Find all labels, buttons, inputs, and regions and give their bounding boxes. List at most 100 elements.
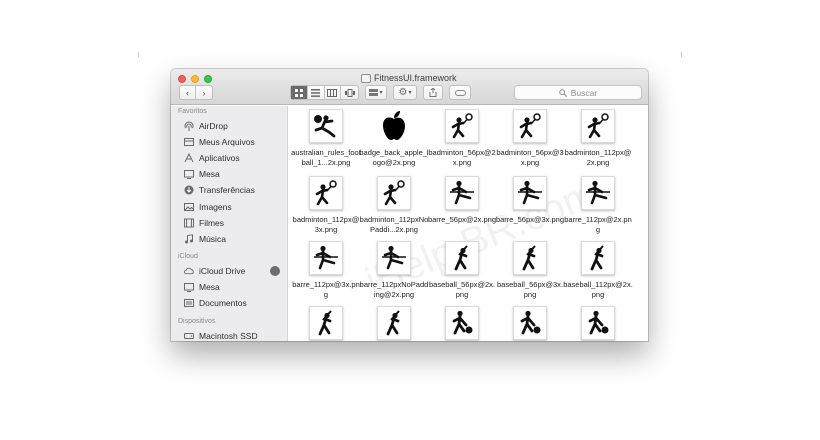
- barre-icon: [312, 244, 340, 272]
- desktop-icon: [184, 169, 194, 180]
- tags-button[interactable]: [449, 85, 471, 100]
- file-item[interactable]: [495, 306, 565, 340]
- file-name: barre_56px@3x.png: [495, 215, 565, 224]
- sidebar-item-label: Meus Arquivos: [199, 136, 255, 147]
- file-thumbnail: [309, 241, 343, 275]
- all-files-icon: [184, 137, 194, 147]
- sidebar-item-meus-arquivos[interactable]: Meus Arquivos: [184, 135, 255, 148]
- sidebar-item-imagens[interactable]: Imagens: [184, 200, 232, 213]
- baseball-icon: [312, 309, 340, 337]
- sidebar-item-label: Imagens: [199, 201, 232, 212]
- list-view-icon: [311, 88, 321, 97]
- file-item[interactable]: australian_rules_football_1...2x.png: [291, 109, 361, 168]
- basketball-icon: [516, 309, 544, 337]
- file-item[interactable]: barre_56px@3x.png: [495, 176, 565, 225]
- gear-icon: ⚙: [398, 87, 408, 98]
- file-item[interactable]: barre_112px@2x.png: [563, 176, 633, 235]
- chevron-down-icon: ▾: [408, 90, 412, 96]
- page: FitnessUI.framework ‹ › ▾ ⚙ ▾ Buscar Fav…: [0, 0, 820, 440]
- file-item[interactable]: badminton_112px@3x.png: [291, 176, 361, 235]
- file-thumbnail: [309, 306, 343, 340]
- column-view-icon: [327, 88, 338, 97]
- forward-button[interactable]: ›: [196, 86, 212, 99]
- file-item[interactable]: barre_56px@2x.png: [427, 176, 497, 225]
- file-item[interactable]: badge_back_apple_logo@2x.png: [359, 109, 429, 168]
- file-name: badminton_112pxNoPaddi...2x.png: [359, 215, 429, 234]
- share-button[interactable]: [423, 85, 443, 100]
- file-item[interactable]: badminton_112px@2x.png: [563, 109, 633, 168]
- baseball-icon: [380, 309, 408, 337]
- file-item[interactable]: barre_112px@3x.png: [291, 241, 361, 300]
- file-thumbnail: [581, 241, 615, 275]
- arrange-button[interactable]: ▾: [365, 85, 387, 100]
- sidebar-item-label: Transferências: [199, 185, 255, 196]
- airdrop-icon: [184, 121, 194, 131]
- sidebar-item-aplicativos[interactable]: Aplicativos: [184, 151, 240, 164]
- sidebar-item-icloud-drive[interactable]: iCloud Drive: [184, 264, 245, 277]
- file-name: badminton_112px@2x.png: [564, 148, 632, 167]
- file-item[interactable]: baseball_56px@2x.png: [427, 241, 497, 300]
- file-item[interactable]: barre_112pxNoPadding@2x.png: [359, 241, 429, 300]
- file-item[interactable]: [291, 306, 361, 340]
- file-item[interactable]: badminton_56px@3x.png: [495, 109, 565, 168]
- divider-tick: [681, 52, 682, 57]
- sidebar-section-heading: iCloud: [178, 253, 198, 260]
- sidebar-item-label: Mesa: [199, 169, 220, 180]
- file-thumbnail: [581, 109, 615, 143]
- minimize-window-button[interactable]: [191, 75, 199, 83]
- file-thumbnail: [513, 176, 547, 210]
- sidebar-item-label: Música: [199, 233, 226, 244]
- sidebar-item-musica[interactable]: Música: [184, 232, 226, 245]
- close-window-button[interactable]: [178, 75, 186, 83]
- movies-icon: [184, 218, 194, 228]
- file-thumbnail: [445, 109, 479, 143]
- file-thumbnail: [445, 176, 479, 210]
- file-name: badminton_56px@3x.png: [496, 148, 564, 167]
- file-item[interactable]: [563, 306, 633, 340]
- divider-tick: [138, 52, 139, 57]
- cloud-icon: [184, 266, 194, 276]
- sync-progress-icon[interactable]: [270, 265, 280, 276]
- sidebar-item-mesa[interactable]: Mesa: [184, 280, 220, 293]
- icon-view-icon: [294, 88, 303, 97]
- file-item[interactable]: baseball_56px@3x.png: [495, 241, 565, 300]
- sidebar-item-transferencias[interactable]: Transferências: [184, 184, 255, 197]
- sidebar-section-heading: Favoritos: [178, 108, 207, 115]
- sidebar-item-airdrop[interactable]: AirDrop: [184, 119, 228, 132]
- search-field[interactable]: Buscar: [514, 85, 642, 100]
- file-item[interactable]: badminton_112pxNoPaddi...2x.png: [359, 176, 429, 235]
- file-thumbnail: [377, 176, 411, 210]
- sidebar-item-documentos[interactable]: Documentos: [184, 296, 247, 309]
- barre-icon: [516, 179, 544, 207]
- barre-icon: [584, 179, 612, 207]
- chevron-right-icon: ›: [202, 87, 206, 98]
- sidebar-item-macintosh-ssd[interactable]: Macintosh SSD: [184, 329, 258, 341]
- file-item[interactable]: badminton_56px@2x.png: [427, 109, 497, 168]
- sidebar-item-mesa[interactable]: Mesa: [184, 168, 220, 181]
- basketball-icon: [448, 309, 476, 337]
- file-thumbnail: [513, 306, 547, 340]
- tag-icon: [454, 89, 466, 96]
- cover-flow-button[interactable]: [341, 86, 358, 99]
- finder-window: FitnessUI.framework ‹ › ▾ ⚙ ▾ Buscar Fav…: [171, 69, 648, 341]
- back-button[interactable]: ‹: [180, 86, 197, 99]
- chevron-down-icon: ▾: [379, 90, 383, 96]
- icon-view-button[interactable]: [291, 86, 308, 99]
- basketball-icon: [584, 309, 612, 337]
- sidebar-item-label: Mesa: [199, 281, 220, 292]
- file-thumbnail: [581, 306, 615, 340]
- file-thumbnail: [581, 176, 615, 210]
- file-item[interactable]: [359, 306, 429, 340]
- sidebar-item-label: Aplicativos: [199, 152, 240, 163]
- baseball-icon: [448, 244, 476, 272]
- file-name: badminton_112px@3x.png: [292, 215, 360, 234]
- file-item[interactable]: baseball_112px@2x.png: [563, 241, 633, 300]
- list-view-button[interactable]: [308, 86, 325, 99]
- column-view-button[interactable]: [325, 86, 342, 99]
- sidebar-item-filmes[interactable]: Filmes: [184, 216, 224, 229]
- zoom-window-button[interactable]: [204, 75, 212, 83]
- file-item[interactable]: [427, 306, 497, 340]
- desktop-icon: [184, 282, 194, 292]
- file-name: barre_112pxNoPadding@2x.png: [359, 280, 429, 299]
- action-button[interactable]: ⚙ ▾: [393, 85, 417, 100]
